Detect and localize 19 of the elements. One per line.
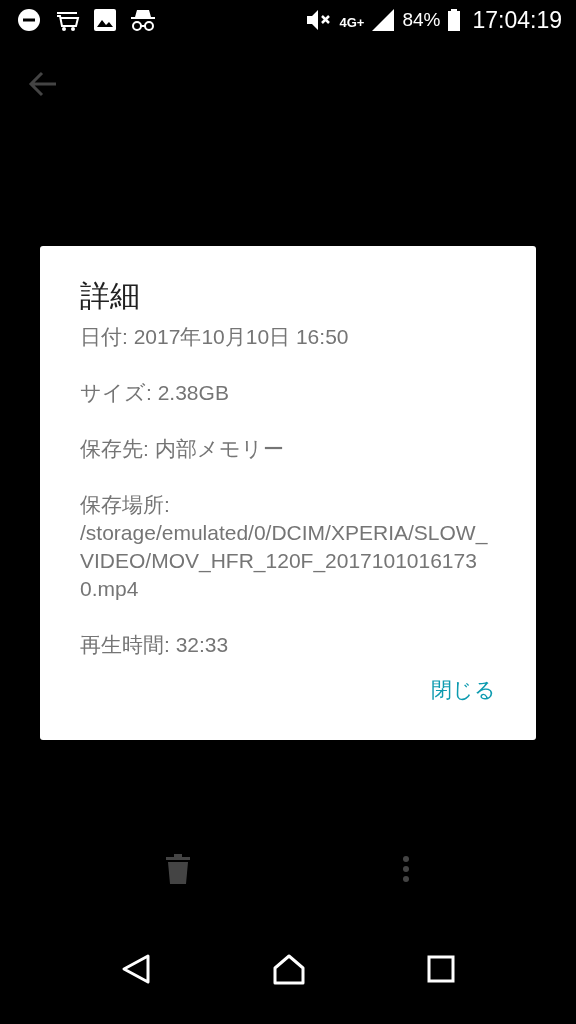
image-icon <box>94 9 116 31</box>
detail-text: 保存場所: /storage/emulated/0/DCIM/XPERIA/SLOW_VIDEO/MOV_HFR_120F_20171010161730.mp4 <box>80 492 488 602</box>
detail-text: 再生時間: 32:33 <box>80 632 230 658</box>
detail-text: サイズ: 2.38GB <box>80 380 230 406</box>
dialog-title: 詳細 <box>80 277 141 315</box>
mute-icon <box>305 9 332 31</box>
battery-icon <box>448 9 461 31</box>
close-button[interactable]: 閉じる <box>431 668 496 712</box>
battery-percent: 84% <box>402 9 441 31</box>
home-icon[interactable] <box>272 953 306 985</box>
recent-apps-icon[interactable] <box>427 955 456 983</box>
clock: 17:04:19 <box>472 6 562 34</box>
network-type: 4G+ <box>339 14 365 30</box>
detail-text: 日付: 2017年10月10日 16:50 <box>80 324 350 350</box>
detail-text: 保存先: 内部メモリー <box>80 436 285 462</box>
signal-icon <box>372 9 395 31</box>
back-icon[interactable] <box>120 953 151 985</box>
do-not-disturb-icon <box>18 9 40 31</box>
incognito-icon <box>130 8 156 32</box>
